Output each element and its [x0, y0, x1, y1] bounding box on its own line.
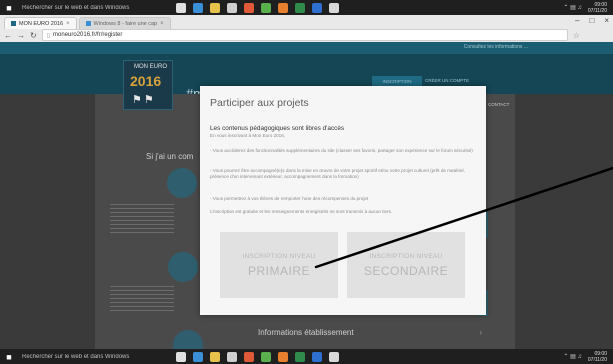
task-view-icon[interactable] [176, 2, 186, 13]
header-create-account[interactable]: CRÉER UN COMPTE [425, 78, 469, 83]
chrome-icon[interactable] [244, 351, 254, 362]
logo-runners-icon: ⚑⚑ [132, 94, 156, 106]
taskbar-search[interactable]: Rechercher sur le web et dans Windows [18, 5, 152, 11]
primary-button-big-label: PRIMAIRE [247, 264, 310, 278]
reload-icon[interactable]: ↻ [30, 31, 37, 40]
window-controls: – □ × [575, 16, 609, 25]
system-tray: ⌃ ▤ ♫ 09:00 07/11/20 [563, 351, 613, 363]
file-explorer-icon[interactable] [210, 351, 220, 362]
excel-icon[interactable] [295, 351, 305, 362]
modal-bullet-3: - Vous permettrez à vos élèves de rempor… [210, 196, 369, 201]
taskbar-apps [176, 351, 339, 362]
modal-subtitle: En vous inscrivant à Mon Euro 2016, [210, 133, 286, 138]
tab-strip: MON EURO 2016 × Windows 8 - faire une ca… [4, 17, 171, 29]
favicon-icon [11, 21, 16, 26]
url-text: moneuro2016.fr/fr/register [53, 32, 123, 38]
clock[interactable]: 09:00 07/11/20 [588, 2, 607, 14]
inscription-secondaire-button[interactable]: INSCRIPTION NIVEAU SECONDAIRE [347, 232, 465, 298]
photos-icon[interactable] [261, 2, 271, 13]
top-notice[interactable]: Consultez les informations ... [464, 44, 528, 50]
mail-icon[interactable] [329, 351, 339, 362]
windows-start-icon[interactable]: ■ [0, 0, 18, 15]
secondary-button-big-label: SECONDAIRE [363, 264, 449, 278]
primary-button-small-label: INSCRIPTION NIVEAU [242, 253, 316, 260]
browser-chrome: MON EURO 2016 × Windows 8 - faire une ca… [0, 15, 613, 43]
site-top-bar: Consultez les informations ... [0, 42, 613, 54]
clock-date: 07/11/20 [587, 7, 607, 14]
chrome-icon[interactable] [244, 2, 254, 13]
secondary-button-small-label: INSCRIPTION NIVEAU [369, 253, 443, 260]
maximize-icon[interactable]: □ [589, 16, 594, 25]
site-logo[interactable]: MON EURO 2016 ⚑⚑ [123, 60, 173, 110]
modal-bullet-1: - Vous accéderez des fonctionnalités sup… [210, 148, 473, 153]
taskbar-bottom: ■ Rechercher sur le web et dans Windows … [0, 349, 613, 364]
edge-icon[interactable] [193, 2, 203, 13]
task-view-icon[interactable] [176, 351, 186, 362]
bookmark-star-icon[interactable]: ☆ [573, 31, 580, 40]
info-etablissement-bar[interactable]: Informations établissement › [240, 322, 490, 342]
file-explorer-icon[interactable] [210, 2, 220, 13]
favicon-icon [85, 21, 91, 26]
taskbar-top: ■ Rechercher sur le web et dans Windows … [0, 0, 613, 15]
minimize-icon[interactable]: – [575, 16, 579, 25]
ball-icon [168, 252, 198, 282]
nav-contact[interactable]: CONTACT [488, 102, 509, 107]
tab-label: Windows 8 - faire une cap [93, 20, 158, 27]
modal-title: Participer aux projets [210, 97, 309, 109]
clock[interactable]: 09:00 07/11/20 [588, 351, 607, 363]
tray-icons[interactable]: ⌃ ▤ ♫ [563, 353, 582, 360]
system-tray: ⌃ ▤ ♫ 09:00 07/11/20 [563, 2, 613, 14]
word-icon[interactable] [312, 2, 322, 13]
clock-date: 07/11/20 [587, 356, 607, 363]
back-icon[interactable]: ← [4, 31, 12, 40]
modal-lead: Les contenus pédagogiques sont libres d'… [210, 125, 345, 132]
address-bar[interactable]: ▯ moneuro2016.fr/fr/register [41, 29, 568, 41]
taskbar-apps [176, 2, 339, 13]
page-icon: ▯ [46, 32, 51, 39]
taskbar-search[interactable]: Rechercher sur le web et dans Windows [18, 354, 152, 360]
toolbox-icon [167, 168, 197, 198]
edge-icon[interactable] [193, 351, 203, 362]
excel-icon[interactable] [295, 2, 305, 13]
chevron-right-icon: › [479, 327, 482, 337]
mail-icon[interactable] [329, 2, 339, 13]
address-row: ← → ↻ ▯ moneuro2016.fr/fr/register ☆ [0, 29, 613, 41]
firefox-icon[interactable] [278, 2, 288, 13]
tray-icons[interactable]: ⌃ ▤ ♫ [563, 4, 582, 11]
close-window-icon[interactable]: × [604, 16, 609, 25]
info-bar-label: Informations établissement [258, 327, 354, 337]
firefox-icon[interactable] [278, 351, 288, 362]
forward-icon[interactable]: → [17, 31, 25, 40]
modal-bullet-2: - Vous pourrez être accompagné(e)s dans … [210, 168, 465, 179]
left-text-block-2 [110, 286, 174, 314]
tab-label: MON EURO 2016 [19, 20, 64, 27]
left-text-block-1 [110, 204, 174, 234]
tab-moneuro[interactable]: MON EURO 2016 × [4, 17, 77, 29]
tab-windows8[interactable]: Windows 8 - faire une cap × [78, 17, 171, 29]
store-icon[interactable] [227, 351, 237, 362]
photos-icon[interactable] [261, 351, 271, 362]
close-tab-icon[interactable]: × [160, 21, 164, 27]
windows-start-icon[interactable]: ■ [0, 349, 18, 364]
word-icon[interactable] [312, 351, 322, 362]
store-icon[interactable] [227, 2, 237, 13]
section-title: Si j'ai un com [146, 152, 194, 161]
logo-euro-text: MON EURO [134, 64, 167, 70]
logo-year: 2016 [130, 73, 162, 89]
close-tab-icon[interactable]: × [66, 21, 70, 27]
modal-footer-note: L'inscription est gratuite et les rensei… [210, 209, 393, 214]
inscription-primaire-button[interactable]: INSCRIPTION NIVEAU PRIMAIRE [220, 232, 338, 298]
